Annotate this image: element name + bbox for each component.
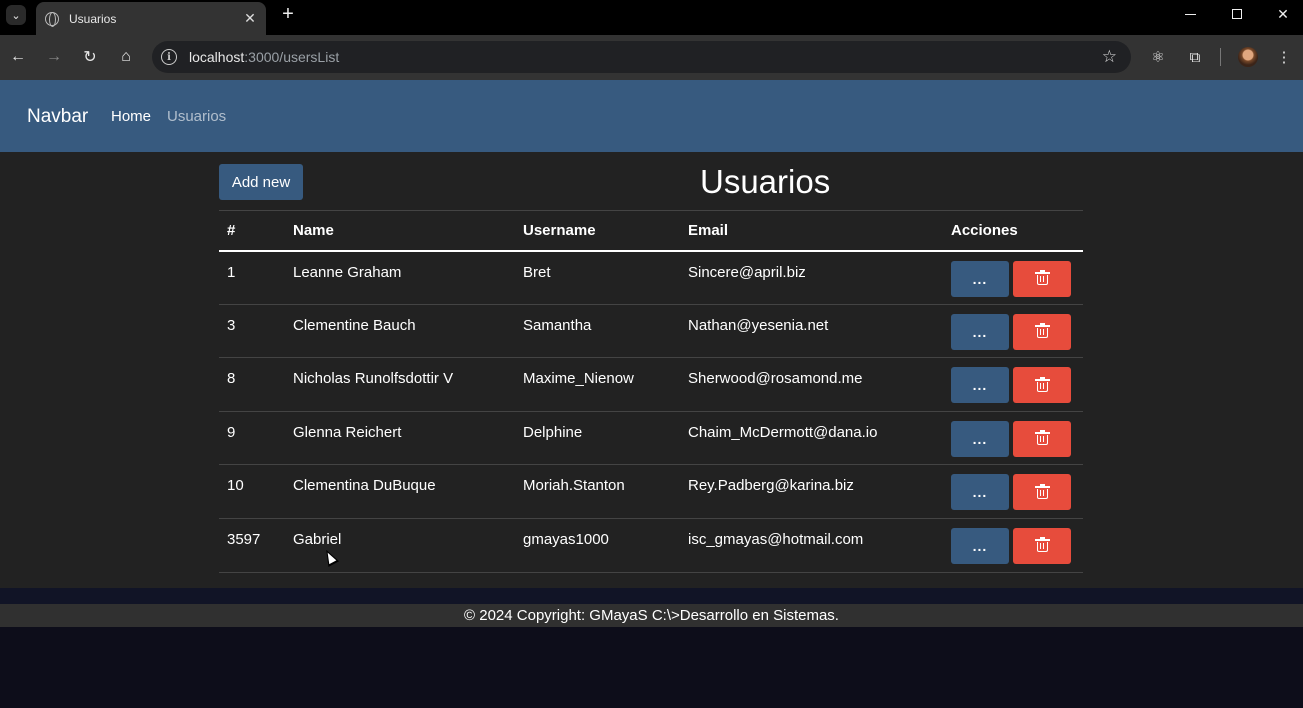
browser-tab-bar: ⌄ Usuarios ✕ + ✕ [0,0,1303,35]
delete-button[interactable] [1013,367,1071,404]
delete-button[interactable] [1013,420,1071,457]
home-icon[interactable]: ⌂ [116,47,136,67]
column-header-name: Name [285,210,515,252]
tab-search-icon[interactable]: ⌄ [6,5,26,25]
users-table: # Name Username Email Acciones 1 Leanne … [219,210,1083,573]
globe-icon [45,11,59,27]
column-header-email: Email [680,210,943,252]
window-close-button[interactable]: ✕ [1271,4,1295,24]
table-header-row: # Name Username Email Acciones [219,210,1083,252]
cell-actions: ... [943,357,1083,412]
minimize-button[interactable] [1178,4,1202,24]
trash-icon [1034,376,1050,392]
footer-spacer [0,588,1303,604]
cell-id: 8 [219,357,285,412]
page-title: Usuarios [700,163,831,200]
cell-email: isc_gmayas@hotmail.com [680,518,943,573]
cell-name: Clementina DuBuque [285,464,515,519]
cell-id: 3597 [219,518,285,573]
cell-username: Maxime_Nienow [515,357,680,412]
table-row: 3597 Gabriel gmayas1000 isc_gmayas@hotma… [219,518,1083,573]
column-header-actions: Acciones [943,210,1083,252]
close-icon[interactable]: ✕ [242,10,258,27]
maximize-button[interactable] [1225,4,1249,24]
view-button[interactable]: ... [951,313,1009,350]
delete-button[interactable] [1013,474,1071,511]
address-bar[interactable]: i localhost:3000/usersList ☆ [152,41,1131,73]
star-icon[interactable]: ☆ [1102,47,1117,67]
cell-name: Nicholas Runolfsdottir V [285,357,515,412]
main-content: Add new Usuarios # Name Username Email A… [0,152,1303,588]
app-navbar: Navbar Home Usuarios [0,80,1303,152]
menu-icon[interactable]: ⋮ [1274,47,1294,67]
browser-tab[interactable]: Usuarios ✕ [36,2,266,35]
add-new-button[interactable]: Add new [219,164,303,200]
table-row: 10 Clementina DuBuque Moriah.Stanton Rey… [219,464,1083,519]
cell-actions: ... [943,411,1083,466]
cell-actions: ... [943,464,1083,519]
delete-button[interactable] [1013,313,1071,350]
view-button[interactable]: ... [951,260,1009,297]
table-row: 9 Glenna Reichert Delphine Chaim_McDermo… [219,411,1083,466]
view-button[interactable]: ... [951,420,1009,457]
cell-id: 9 [219,411,285,466]
toolbar-separator [1220,48,1221,66]
cell-username: Samantha [515,304,680,359]
nav-link-usuarios[interactable]: Usuarios [167,108,226,125]
cell-actions: ... [943,250,1083,305]
navbar-brand[interactable]: Navbar [27,106,88,128]
column-header-username: Username [515,210,680,252]
react-icon[interactable]: ⚛ [1148,47,1168,67]
trash-icon [1034,483,1050,499]
cell-username: Delphine [515,411,680,466]
delete-button[interactable] [1013,527,1071,564]
page-footer: © 2024 Copyright: GMayaS C:\>Desarrollo … [0,604,1303,627]
trash-icon [1034,430,1050,446]
cell-id: 10 [219,464,285,519]
forward-icon[interactable]: → [44,47,64,67]
nav-link-home[interactable]: Home [111,108,151,125]
cell-id: 3 [219,304,285,359]
url-path: :3000/usersList [244,49,340,65]
cell-name: Gabriel [285,518,515,573]
cell-actions: ... [943,518,1083,573]
avatar[interactable] [1238,47,1258,67]
trash-icon [1034,323,1050,339]
cell-id: 1 [219,250,285,305]
cell-email: Rey.Padberg@karina.biz [680,464,943,519]
cell-username: gmayas1000 [515,518,680,573]
reload-icon[interactable]: ↻ [80,47,100,67]
cell-email: Sincere@april.biz [680,250,943,305]
cell-username: Bret [515,250,680,305]
column-header-id: # [219,210,285,252]
cell-email: Sherwood@rosamond.me [680,357,943,412]
url-host: localhost [189,49,245,65]
back-icon[interactable]: ← [8,47,28,67]
plus-icon[interactable]: + [279,4,297,24]
table-row: 8 Nicholas Runolfsdottir V Maxime_Nienow… [219,357,1083,412]
page-background [0,627,1303,708]
view-button[interactable]: ... [951,474,1009,511]
tab-title: Usuarios [69,11,117,26]
trash-icon [1034,537,1050,553]
url-text: localhost:3000/usersList [189,49,339,65]
delete-button[interactable] [1013,260,1071,297]
cell-email: Chaim_McDermott@dana.io [680,411,943,466]
cell-name: Glenna Reichert [285,411,515,466]
puzzle-icon[interactable]: ⧉ [1185,47,1205,67]
cell-name: Leanne Graham [285,250,515,305]
cell-actions: ... [943,304,1083,359]
info-icon[interactable]: i [161,49,177,65]
view-button[interactable]: ... [951,527,1009,564]
trash-icon [1034,270,1050,285]
view-button[interactable]: ... [951,367,1009,404]
cell-name: Clementine Bauch [285,304,515,359]
browser-toolbar: ← → ↻ ⌂ i localhost:3000/usersList ☆ ⚛ ⧉… [0,35,1303,80]
cell-username: Moriah.Stanton [515,464,680,519]
table-row: 1 Leanne Graham Bret Sincere@april.biz .… [219,250,1083,305]
table-row: 3 Clementine Bauch Samantha Nathan@yesen… [219,304,1083,359]
cell-email: Nathan@yesenia.net [680,304,943,359]
